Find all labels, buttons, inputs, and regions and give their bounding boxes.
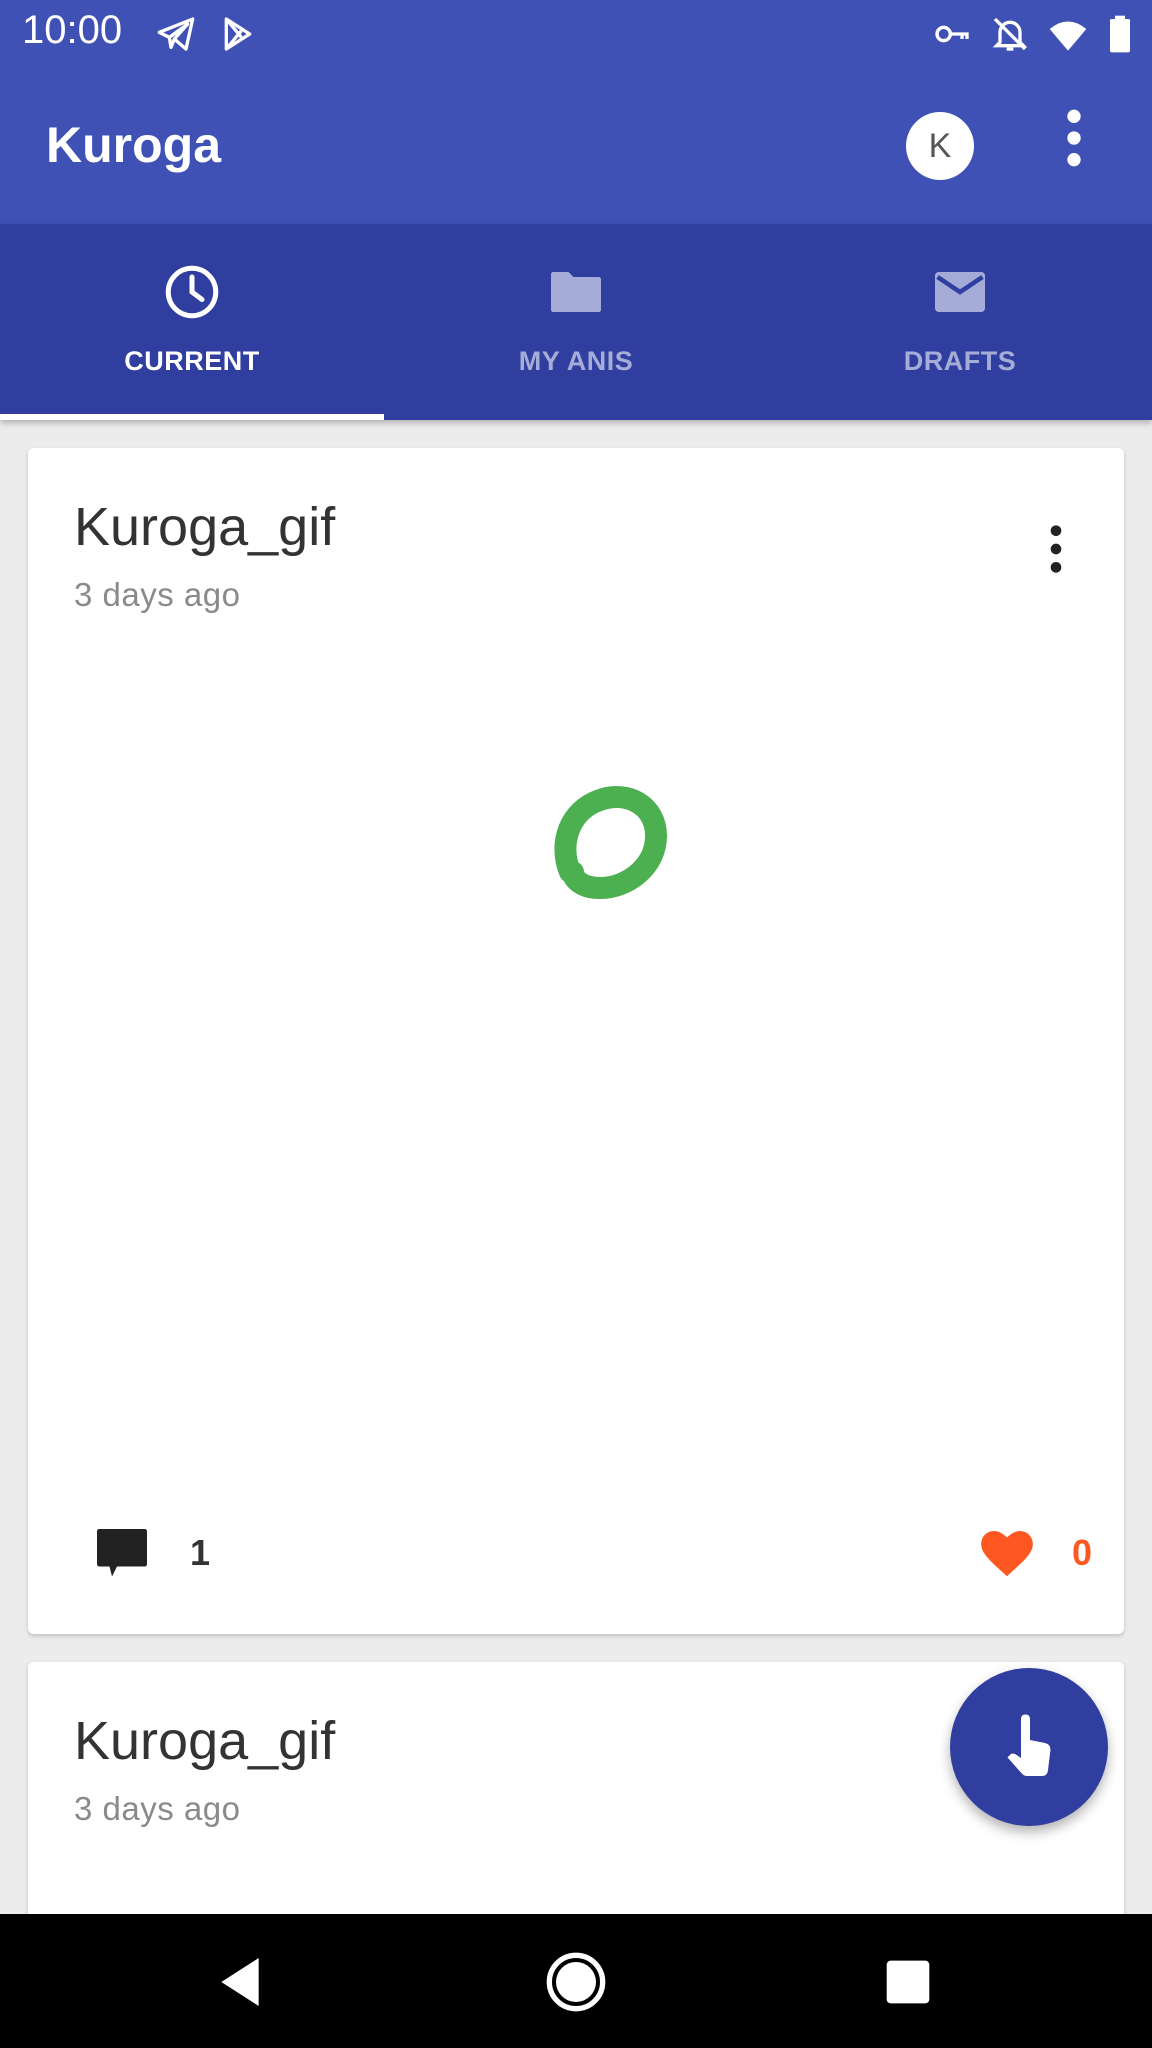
tab-drafts[interactable]: DRAFTS [768, 224, 1152, 420]
comment-icon[interactable] [92, 1524, 152, 1584]
tab-indicator [0, 414, 384, 420]
post-title: Kuroga_gif [74, 497, 336, 557]
status-bar: 10:00 [0, 0, 1152, 66]
post-time: 3 days ago [74, 1790, 241, 1827]
wifi-icon [1049, 21, 1087, 51]
post-title: Kuroga_gif [74, 1711, 336, 1771]
post-card[interactable]: Kuroga_gif 3 days ago 1 0 [28, 448, 1124, 1634]
heart-icon[interactable] [976, 1522, 1038, 1584]
post-card[interactable]: Kuroga_gif 3 days ago [28, 1662, 1124, 1922]
vpn-key-icon [935, 25, 969, 43]
back-icon[interactable] [208, 1950, 272, 2014]
tab-current[interactable]: CURRENT [0, 224, 384, 420]
card-more-vert-icon[interactable] [1046, 524, 1066, 574]
recents-icon[interactable] [876, 1950, 940, 2014]
home-icon[interactable] [544, 1950, 608, 2014]
like-count: 0 [1072, 1532, 1093, 1573]
telegram-icon [157, 17, 195, 51]
tab-bar: CURRENT MY ANIS DRAFTS [0, 224, 1152, 420]
app-bar: Kuroga K [0, 66, 1152, 224]
avatar[interactable]: K [906, 112, 974, 180]
tab-my-anis[interactable]: MY ANIS [384, 224, 768, 420]
notifications-off-icon [992, 17, 1028, 51]
more-vert-icon[interactable] [1056, 108, 1092, 168]
mail-icon [935, 272, 985, 312]
status-time: 10:00 [22, 8, 123, 52]
tab-current-label: CURRENT [124, 346, 260, 376]
post-time: 3 days ago [74, 576, 241, 613]
folder-icon [551, 272, 601, 312]
play-store-icon [224, 17, 252, 51]
comment-count: 1 [190, 1532, 211, 1573]
system-nav-bar [0, 1914, 1152, 2048]
battery-icon [1110, 15, 1130, 53]
clock-icon [165, 265, 219, 319]
tab-drafts-label: DRAFTS [903, 346, 1017, 376]
touch-hand-icon [1007, 1714, 1051, 1776]
tab-my-anis-label: MY ANIS [518, 346, 634, 376]
create-fab-button[interactable] [950, 1668, 1108, 1826]
app-title: Kuroga [46, 117, 221, 173]
gif-preview[interactable] [528, 748, 708, 928]
